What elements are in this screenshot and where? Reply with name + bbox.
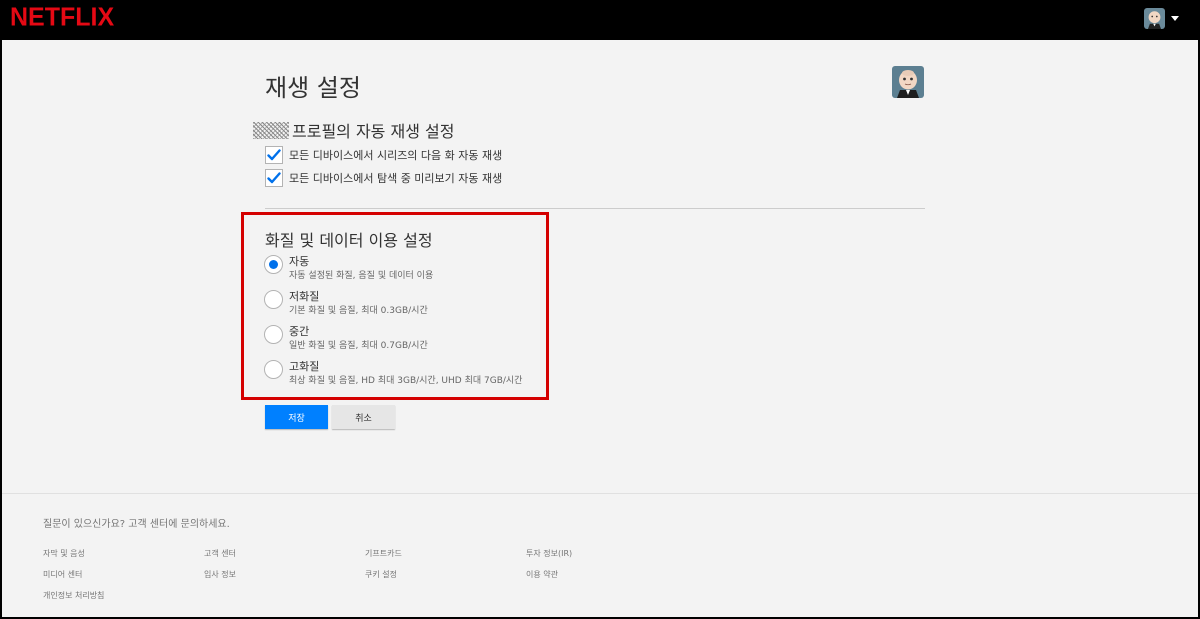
footer-link-terms[interactable]: 이용 약관 [526, 569, 558, 580]
footer-link-cookie-settings[interactable]: 쿠키 설정 [365, 569, 397, 580]
autoplay-section-title: 프로필의 자동 재생 설정 [253, 118, 454, 142]
footer-question[interactable]: 질문이 있으신가요? 고객 센터에 문의하세요. [43, 515, 230, 530]
footer: 질문이 있으신가요? 고객 센터에 문의하세요. 자막 및 음성 고객 센터 기… [0, 493, 1200, 619]
cancel-button[interactable]: 취소 [332, 405, 395, 429]
quality-high-label: 고화질 [289, 360, 320, 373]
quality-high-radio[interactable] [264, 360, 283, 379]
autoplay-previews-label: 모든 디바이스에서 탐색 중 미리보기 자동 재생 [289, 172, 503, 185]
autoplay-next-episode-label: 모든 디바이스에서 시리즈의 다음 화 자동 재생 [289, 149, 503, 162]
footer-link-gift-cards[interactable]: 기프트카드 [365, 548, 402, 559]
quality-low-radio[interactable] [264, 290, 283, 309]
autoplay-next-episode-checkbox[interactable] [265, 146, 283, 164]
page-title: 재생 설정 [265, 74, 361, 102]
quality-medium-desc: 일반 화질 및 음질, 최대 0.7GB/시간 [289, 341, 428, 351]
chevron-down-icon[interactable] [1171, 16, 1179, 21]
save-button[interactable]: 저장 [265, 405, 328, 429]
quality-low-label: 저화질 [289, 290, 320, 303]
quality-auto-desc: 자동 설정된 화질, 음질 및 데이터 이용 [289, 271, 434, 281]
footer-link-subtitles[interactable]: 자막 및 음성 [43, 548, 85, 559]
netflix-logo[interactable]: NETFLIX [10, 2, 114, 32]
profile-avatar-icon[interactable] [1144, 8, 1165, 29]
footer-link-jobs[interactable]: 입사 정보 [204, 569, 236, 580]
autoplay-next-episode-option[interactable]: 모든 디바이스에서 시리즈의 다음 화 자동 재생 [265, 146, 502, 164]
footer-link-privacy[interactable]: 개인정보 처리방침 [43, 590, 104, 601]
quality-high-desc: 최상 화질 및 음질, HD 최대 3GB/시간, UHD 최대 7GB/시간 [289, 376, 523, 386]
quality-medium-label: 중간 [289, 325, 310, 338]
autoplay-previews-checkbox[interactable] [265, 169, 283, 187]
quality-low-desc: 기본 화질 및 음질, 최대 0.3GB/시간 [289, 306, 428, 316]
footer-link-investor-relations[interactable]: 투자 정보(IR) [526, 548, 572, 559]
quality-auto-label: 자동 [289, 255, 310, 268]
masked-profile-name [253, 121, 289, 139]
quality-auto-radio[interactable] [264, 255, 283, 274]
footer-link-media-center[interactable]: 미디어 센터 [43, 569, 82, 580]
checkmark-icon [267, 172, 281, 184]
section-divider [265, 208, 925, 209]
footer-link-help-center[interactable]: 고객 센터 [204, 548, 236, 559]
quality-medium-radio[interactable] [264, 325, 283, 344]
top-nav-bar: NETFLIX [0, 0, 1200, 40]
autoplay-previews-option[interactable]: 모든 디바이스에서 탐색 중 미리보기 자동 재생 [265, 169, 502, 187]
profile-avatar [892, 66, 924, 98]
autoplay-section-label: 프로필의 자동 재생 설정 [292, 122, 455, 141]
quality-section-title: 화질 및 데이터 이용 설정 [265, 231, 433, 250]
checkmark-icon [267, 149, 281, 161]
